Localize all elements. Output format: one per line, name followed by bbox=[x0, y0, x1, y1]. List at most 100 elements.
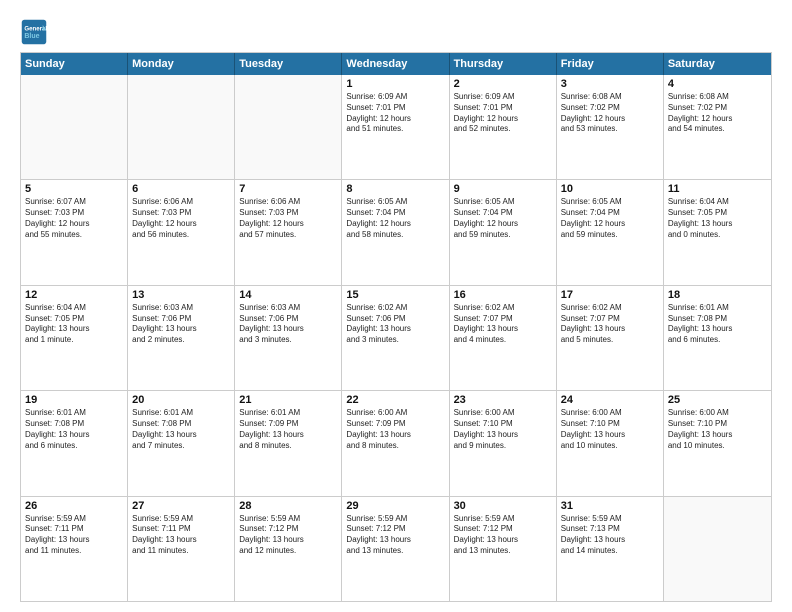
calendar-cell: 5 Sunrise: 6:07 AM Sunset: 7:03 PM Daylig… bbox=[21, 180, 128, 284]
calendar-cell: 16 Sunrise: 6:02 AM Sunset: 7:07 PM Dayli… bbox=[450, 286, 557, 390]
day-number: 21 bbox=[239, 394, 337, 406]
day-number: 5 bbox=[25, 183, 123, 195]
calendar-cell bbox=[21, 75, 128, 179]
day-number: 2 bbox=[454, 78, 552, 90]
calendar-cell: 6 Sunrise: 6:06 AM Sunset: 7:03 PM Daylig… bbox=[128, 180, 235, 284]
day-number: 4 bbox=[668, 78, 767, 90]
calendar-cell: 14 Sunrise: 6:03 AM Sunset: 7:06 PM Dayli… bbox=[235, 286, 342, 390]
header-day-friday: Friday bbox=[557, 53, 664, 75]
day-number: 17 bbox=[561, 289, 659, 301]
calendar-row: 26 Sunrise: 5:59 AM Sunset: 7:11 PM Dayli… bbox=[21, 497, 771, 601]
day-number: 24 bbox=[561, 394, 659, 406]
day-number: 31 bbox=[561, 500, 659, 512]
calendar-cell: 25 Sunrise: 6:00 AM Sunset: 7:10 PM Dayli… bbox=[664, 391, 771, 495]
day-number: 7 bbox=[239, 183, 337, 195]
calendar-cell: 13Sunrise: 6:03 AM Sunset: 7:06 PM Dayli… bbox=[128, 286, 235, 390]
day-number: 20 bbox=[132, 394, 230, 406]
calendar-cell: 2 Sunrise: 6:09 AM Sunset: 7:01 PM Daylig… bbox=[450, 75, 557, 179]
calendar-cell: 4 Sunrise: 6:08 AM Sunset: 7:02 PM Daylig… bbox=[664, 75, 771, 179]
day-number: 23 bbox=[454, 394, 552, 406]
cell-info: Sunrise: 6:06 AM Sunset: 7:03 PM Dayligh… bbox=[239, 197, 337, 240]
calendar-cell: 15 Sunrise: 6:02 AM Sunset: 7:06 PM Dayli… bbox=[342, 286, 449, 390]
calendar-cell: 7 Sunrise: 6:06 AM Sunset: 7:03 PM Daylig… bbox=[235, 180, 342, 284]
cell-info: Sunrise: 6:09 AM Sunset: 7:01 PM Dayligh… bbox=[454, 92, 552, 135]
calendar-cell: 17 Sunrise: 6:02 AM Sunset: 7:07 PM Dayli… bbox=[557, 286, 664, 390]
calendar-cell: 22 Sunrise: 6:00 AM Sunset: 7:09 PM Dayli… bbox=[342, 391, 449, 495]
cell-info: Sunrise: 6:08 AM Sunset: 7:02 PM Dayligh… bbox=[561, 92, 659, 135]
cell-info: Sunrise: 6:00 AM Sunset: 7:09 PM Dayligh… bbox=[346, 408, 444, 451]
cell-info: Sunrise: 6:01 AM Sunset: 7:08 PM Dayligh… bbox=[25, 408, 123, 451]
header: General Blue bbox=[20, 18, 772, 46]
day-number: 19 bbox=[25, 394, 123, 406]
calendar-cell: 24 Sunrise: 6:00 AM Sunset: 7:10 PM Dayli… bbox=[557, 391, 664, 495]
cell-info: Sunrise: 6:00 AM Sunset: 7:10 PM Dayligh… bbox=[561, 408, 659, 451]
cell-info: Sunrise: 6:08 AM Sunset: 7:02 PM Dayligh… bbox=[668, 92, 767, 135]
day-number: 22 bbox=[346, 394, 444, 406]
calendar-cell: 8 Sunrise: 6:05 AM Sunset: 7:04 PM Daylig… bbox=[342, 180, 449, 284]
cell-info: Sunrise: 5:59 AM Sunset: 7:11 PM Dayligh… bbox=[132, 514, 230, 557]
calendar-row: 1 Sunrise: 6:09 AM Sunset: 7:01 PM Daylig… bbox=[21, 75, 771, 180]
cell-info: Sunrise: 6:06 AM Sunset: 7:03 PM Dayligh… bbox=[132, 197, 230, 240]
cell-info: Sunrise: 6:03 AM Sunset: 7:06 PM Dayligh… bbox=[239, 303, 337, 346]
day-number: 8 bbox=[346, 183, 444, 195]
header-day-thursday: Thursday bbox=[450, 53, 557, 75]
calendar-cell: 10Sunrise: 6:05 AM Sunset: 7:04 PM Dayli… bbox=[557, 180, 664, 284]
cell-info: Sunrise: 6:05 AM Sunset: 7:04 PM Dayligh… bbox=[454, 197, 552, 240]
cell-info: Sunrise: 6:07 AM Sunset: 7:03 PM Dayligh… bbox=[25, 197, 123, 240]
calendar-row: 19 Sunrise: 6:01 AM Sunset: 7:08 PM Dayli… bbox=[21, 391, 771, 496]
calendar-cell: 29 Sunrise: 5:59 AM Sunset: 7:12 PM Dayli… bbox=[342, 497, 449, 601]
day-number: 13 bbox=[132, 289, 230, 301]
calendar-cell: 27Sunrise: 5:59 AM Sunset: 7:11 PM Dayli… bbox=[128, 497, 235, 601]
calendar-cell: 20 Sunrise: 6:01 AM Sunset: 7:08 PM Dayli… bbox=[128, 391, 235, 495]
cell-info: Sunrise: 6:04 AM Sunset: 7:05 PM Dayligh… bbox=[25, 303, 123, 346]
day-number: 3 bbox=[561, 78, 659, 90]
calendar-row: 12 Sunrise: 6:04 AM Sunset: 7:05 PM Dayli… bbox=[21, 286, 771, 391]
cell-info: Sunrise: 6:01 AM Sunset: 7:08 PM Dayligh… bbox=[132, 408, 230, 451]
day-number: 11 bbox=[668, 183, 767, 195]
cell-info: Sunrise: 6:01 AM Sunset: 7:09 PM Dayligh… bbox=[239, 408, 337, 451]
day-number: 1 bbox=[346, 78, 444, 90]
header-day-monday: Monday bbox=[128, 53, 235, 75]
cell-info: Sunrise: 5:59 AM Sunset: 7:12 PM Dayligh… bbox=[454, 514, 552, 557]
day-number: 14 bbox=[239, 289, 337, 301]
page: General Blue SundayMondayTuesdayWednesda… bbox=[0, 0, 792, 612]
day-number: 12 bbox=[25, 289, 123, 301]
cell-info: Sunrise: 6:02 AM Sunset: 7:07 PM Dayligh… bbox=[561, 303, 659, 346]
day-number: 30 bbox=[454, 500, 552, 512]
day-number: 10 bbox=[561, 183, 659, 195]
cell-info: Sunrise: 6:09 AM Sunset: 7:01 PM Dayligh… bbox=[346, 92, 444, 135]
header-day-sunday: Sunday bbox=[21, 53, 128, 75]
calendar-cell: 28Sunrise: 5:59 AM Sunset: 7:12 PM Dayli… bbox=[235, 497, 342, 601]
cell-info: Sunrise: 6:05 AM Sunset: 7:04 PM Dayligh… bbox=[346, 197, 444, 240]
calendar-cell: 11 Sunrise: 6:04 AM Sunset: 7:05 PM Dayli… bbox=[664, 180, 771, 284]
cell-info: Sunrise: 6:02 AM Sunset: 7:06 PM Dayligh… bbox=[346, 303, 444, 346]
calendar-row: 5 Sunrise: 6:07 AM Sunset: 7:03 PM Daylig… bbox=[21, 180, 771, 285]
day-number: 6 bbox=[132, 183, 230, 195]
calendar-cell: 30 Sunrise: 5:59 AM Sunset: 7:12 PM Dayli… bbox=[450, 497, 557, 601]
calendar-cell: 26Sunrise: 5:59 AM Sunset: 7:11 PM Dayli… bbox=[21, 497, 128, 601]
calendar-cell: 19 Sunrise: 6:01 AM Sunset: 7:08 PM Dayli… bbox=[21, 391, 128, 495]
calendar-body: 1 Sunrise: 6:09 AM Sunset: 7:01 PM Daylig… bbox=[21, 75, 771, 601]
cell-info: Sunrise: 6:01 AM Sunset: 7:08 PM Dayligh… bbox=[668, 303, 767, 346]
cell-info: Sunrise: 6:04 AM Sunset: 7:05 PM Dayligh… bbox=[668, 197, 767, 240]
cell-info: Sunrise: 6:00 AM Sunset: 7:10 PM Dayligh… bbox=[668, 408, 767, 451]
day-number: 15 bbox=[346, 289, 444, 301]
cell-info: Sunrise: 5:59 AM Sunset: 7:12 PM Dayligh… bbox=[346, 514, 444, 557]
calendar-header: SundayMondayTuesdayWednesdayThursdayFrid… bbox=[21, 53, 771, 75]
calendar: SundayMondayTuesdayWednesdayThursdayFrid… bbox=[20, 52, 772, 602]
calendar-cell: 21 Sunrise: 6:01 AM Sunset: 7:09 PM Dayli… bbox=[235, 391, 342, 495]
cell-info: Sunrise: 5:59 AM Sunset: 7:13 PM Dayligh… bbox=[561, 514, 659, 557]
day-number: 25 bbox=[668, 394, 767, 406]
calendar-cell bbox=[235, 75, 342, 179]
day-number: 29 bbox=[346, 500, 444, 512]
calendar-cell: 23Sunrise: 6:00 AM Sunset: 7:10 PM Dayli… bbox=[450, 391, 557, 495]
calendar-cell: 9Sunrise: 6:05 AM Sunset: 7:04 PM Daylig… bbox=[450, 180, 557, 284]
cell-info: Sunrise: 6:02 AM Sunset: 7:07 PM Dayligh… bbox=[454, 303, 552, 346]
day-number: 26 bbox=[25, 500, 123, 512]
calendar-cell: 12 Sunrise: 6:04 AM Sunset: 7:05 PM Dayli… bbox=[21, 286, 128, 390]
cell-info: Sunrise: 5:59 AM Sunset: 7:12 PM Dayligh… bbox=[239, 514, 337, 557]
header-day-saturday: Saturday bbox=[664, 53, 771, 75]
calendar-cell: 18Sunrise: 6:01 AM Sunset: 7:08 PM Dayli… bbox=[664, 286, 771, 390]
day-number: 16 bbox=[454, 289, 552, 301]
calendar-cell bbox=[128, 75, 235, 179]
